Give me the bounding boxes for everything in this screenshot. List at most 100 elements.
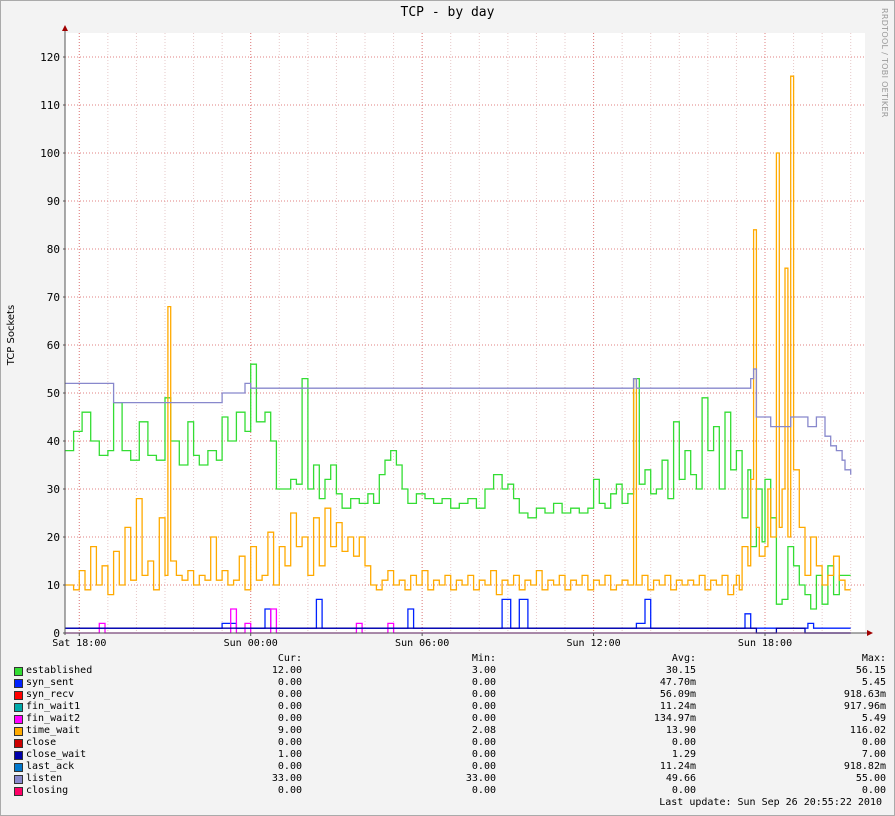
x-tick-label: Sun 12:00 <box>566 638 620 649</box>
legend-swatch <box>14 727 23 736</box>
legend-min-value: 0.00 <box>471 761 496 772</box>
legend-row-syn-sent: syn_sent 0.00 0.00 47.70m 5.45 <box>14 677 886 689</box>
legend-row-close-wait: close_wait 1.00 0.00 1.29 7.00 <box>14 749 886 761</box>
legend-series-name: last_ack <box>26 761 75 772</box>
y-tick-label: 80 <box>47 243 60 256</box>
legend-swatch <box>14 763 23 772</box>
legend-series-name: closing <box>26 785 69 796</box>
legend-cur-value: 0.00 <box>277 689 302 700</box>
legend-cur-value: 12.00 <box>271 665 302 676</box>
legend-min-value: 3.00 <box>471 665 496 676</box>
legend-max-value: 5.49 <box>861 713 886 724</box>
x-axis-arrow <box>867 630 873 636</box>
y-tick-label: 100 <box>40 147 60 160</box>
y-axis-label: TCP Sockets <box>6 305 17 366</box>
legend-avg-value: 1.29 <box>671 749 696 760</box>
grid-lines <box>65 33 865 634</box>
legend-max-value: 0.00 <box>861 785 886 796</box>
legend-cur-value: 0.00 <box>277 713 302 724</box>
legend-row-fin-wait2: fin_wait2 0.00 0.00 134.97m 5.49 <box>14 713 886 725</box>
legend-cur-value: 0.00 <box>277 677 302 688</box>
y-tick-label: 50 <box>47 387 60 400</box>
legend-swatch <box>14 775 23 784</box>
legend-min-value: 0.00 <box>471 689 496 700</box>
x-tick-labels: Sat 18:00 Sun 00:00 Sun 06:00 Sun 12:00 Sun … <box>52 633 792 649</box>
legend-swatch <box>14 751 23 760</box>
y-tick-label: 60 <box>47 339 60 352</box>
chart-area: 0102030405060708090100110120 Sat 18:00 Su… <box>6 25 873 649</box>
legend-max-value: 7.00 <box>861 749 886 760</box>
x-tick-label: Sat 18:00 <box>52 638 106 649</box>
y-tick-label: 20 <box>47 531 60 544</box>
legend-max-value: 116.02 <box>849 725 886 736</box>
last-update: Last update: Sun Sep 26 20:55:22 2010 <box>659 797 882 808</box>
legend-row-closing: closing 0.00 0.00 0.00 0.00 <box>14 785 886 797</box>
legend-avg-value: 30.15 <box>665 665 696 676</box>
legend-row-listen: listen 33.00 33.00 49.66 55.00 <box>14 773 886 785</box>
legend-min-value: 0.00 <box>471 713 496 724</box>
legend-header-min: Min: <box>471 653 496 664</box>
legend-row-syn-recv: syn_recv 0.00 0.00 56.09m 918.63m <box>14 689 886 701</box>
legend-series-name: close <box>26 737 57 748</box>
legend-avg-value: 0.00 <box>671 785 696 796</box>
legend-cur-value: 1.00 <box>277 749 302 760</box>
y-tick-label: 40 <box>47 435 60 448</box>
legend-swatch <box>14 715 23 724</box>
y-tick-label: 10 <box>47 579 60 592</box>
legend-avg-value: 11.24m <box>659 701 696 712</box>
legend-swatch <box>14 703 23 712</box>
legend-swatch <box>14 787 23 796</box>
legend-series-name: close_wait <box>26 749 87 760</box>
y-axis-arrow <box>62 25 68 31</box>
legend-max-value: 918.82m <box>843 761 886 772</box>
y-tick-label: 120 <box>40 51 60 64</box>
legend-max-value: 917.96m <box>843 701 886 712</box>
legend-series-name: listen <box>26 773 63 784</box>
legend-avg-value: 134.97m <box>653 713 696 724</box>
y-tick-label: 70 <box>47 291 60 304</box>
legend-series-name: established <box>26 665 93 676</box>
legend-row-last-ack: last_ack 0.00 0.00 11.24m 918.82m <box>14 761 886 773</box>
legend-swatch <box>14 679 23 688</box>
legend-swatch <box>14 691 23 700</box>
legend-row-established: established 12.00 3.00 30.15 56.15 <box>14 665 886 677</box>
legend-cur-value: 0.00 <box>277 785 302 796</box>
legend-series-name: fin_wait1 <box>26 701 81 712</box>
legend-series-name: time_wait <box>26 725 81 736</box>
y-tick-label: 110 <box>40 99 60 112</box>
legend-series-name: syn_sent <box>26 677 75 688</box>
legend-min-value: 2.08 <box>471 725 496 736</box>
legend-header-avg: Avg: <box>671 653 696 664</box>
legend-max-value: 5.45 <box>861 677 886 688</box>
legend-series-name: fin_wait2 <box>26 713 81 724</box>
legend-row-time-wait: time_wait 9.00 2.08 13.90 116.02 <box>14 725 886 737</box>
x-tick-label: Sun 18:00 <box>738 638 792 649</box>
legend-avg-value: 11.24m <box>659 761 696 772</box>
legend-min-value: 33.00 <box>465 773 496 784</box>
legend-cur-value: 9.00 <box>277 725 302 736</box>
legend-cur-value: 0.00 <box>277 737 302 748</box>
legend-avg-value: 0.00 <box>671 737 696 748</box>
legend-cur-value: 0.00 <box>277 761 302 772</box>
legend-row-close: close 0.00 0.00 0.00 0.00 <box>14 737 886 749</box>
legend-header: Cur: Min: Avg: Max: <box>14 653 886 665</box>
legend-row-fin-wait1: fin_wait1 0.00 0.00 11.24m 917.96m <box>14 701 886 713</box>
y-tick-label: 90 <box>47 195 60 208</box>
y-tick-labels: 0102030405060708090100110120 <box>40 51 65 640</box>
legend-max-value: 918.63m <box>843 689 886 700</box>
legend-avg-value: 49.66 <box>665 773 696 784</box>
x-tick-label: Sun 00:00 <box>224 638 278 649</box>
legend-min-value: 0.00 <box>471 677 496 688</box>
legend-header-max: Max: <box>861 653 886 664</box>
legend-min-value: 0.00 <box>471 785 496 796</box>
legend-header-cur: Cur: <box>277 653 302 664</box>
legend-cur-value: 33.00 <box>271 773 302 784</box>
legend-min-value: 0.00 <box>471 737 496 748</box>
plot-background <box>65 33 865 633</box>
legend-min-value: 0.00 <box>471 701 496 712</box>
legend-cur-value: 0.00 <box>277 701 302 712</box>
legend-swatch <box>14 667 23 676</box>
legend-avg-value: 13.90 <box>665 725 696 736</box>
legend-swatch <box>14 739 23 748</box>
legend-max-value: 55.00 <box>855 773 886 784</box>
